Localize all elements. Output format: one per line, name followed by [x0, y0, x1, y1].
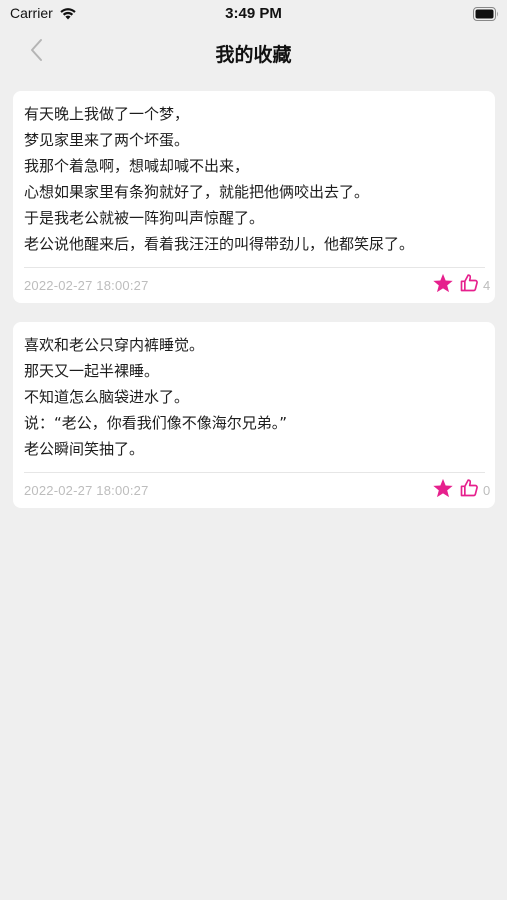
- like-count: 0: [483, 482, 491, 498]
- status-time: 3:49 PM: [225, 5, 282, 22]
- divider: [24, 472, 485, 473]
- timestamp: 2022-02-27 18:00:27: [24, 482, 149, 498]
- like-button[interactable]: [456, 272, 482, 298]
- card-footer: 2022-02-27 18:00:27 0: [24, 475, 491, 505]
- favorite-button[interactable]: [430, 272, 456, 298]
- favorite-button[interactable]: [430, 477, 456, 503]
- thumbs-up-icon: [459, 273, 479, 297]
- like-count: 4: [483, 277, 491, 293]
- like-button[interactable]: [456, 477, 482, 503]
- page-title: 我的收藏: [215, 44, 292, 66]
- joke-text: 有天晚上我做了一个梦， 梦见家里来了两个坏蛋。 我那个着急啊，想喊却喊不出来， …: [24, 105, 415, 253]
- card-actions: 0: [430, 477, 491, 503]
- favorite-card[interactable]: 有天晚上我做了一个梦， 梦见家里来了两个坏蛋。 我那个着急啊，想喊却喊不出来， …: [13, 91, 495, 303]
- status-bar: Carrier 3:49 PM: [0, 0, 507, 28]
- star-icon: [432, 273, 454, 298]
- joke-text: 喜欢和老公只穿内裤睡觉。 那天又一起半裸睡。 不知道怎么脑袋进水了。 说：“老公…: [24, 336, 288, 458]
- favorite-card[interactable]: 喜欢和老公只穿内裤睡觉。 那天又一起半裸睡。 不知道怎么脑袋进水了。 说：“老公…: [13, 322, 495, 508]
- card-footer: 2022-02-27 18:00:27 4: [24, 270, 491, 300]
- star-icon: [432, 478, 454, 503]
- card-actions: 4: [430, 272, 491, 298]
- nav-bar: 我的收藏: [0, 28, 507, 76]
- thumbs-up-icon: [459, 478, 479, 502]
- timestamp: 2022-02-27 18:00:27: [24, 277, 149, 293]
- divider: [24, 267, 485, 268]
- battery-icon: [473, 6, 499, 21]
